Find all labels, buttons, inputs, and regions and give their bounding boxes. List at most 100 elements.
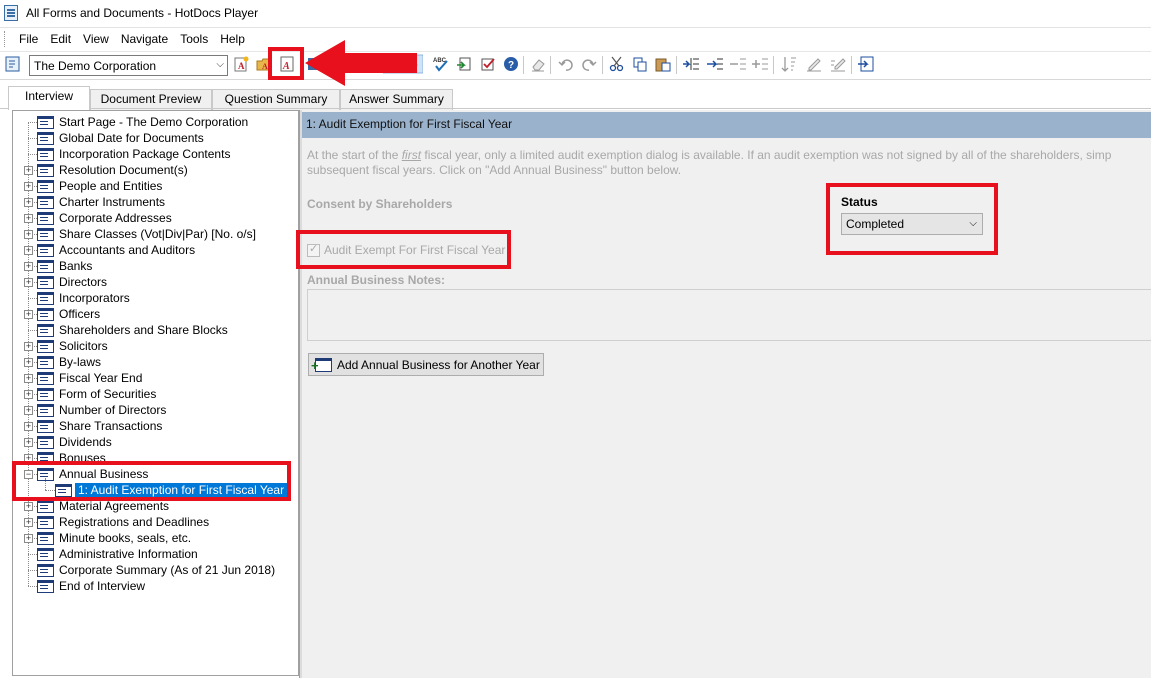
expand-icon[interactable]: +	[24, 278, 33, 287]
cut-icon[interactable]	[609, 56, 625, 72]
expand-icon[interactable]: +	[24, 166, 33, 175]
expand-icon[interactable]: +	[24, 262, 33, 271]
answer-file-new-icon[interactable]: A	[233, 56, 249, 72]
tree-item[interactable]: Fiscal Year End	[37, 370, 142, 386]
tab-interview[interactable]: Interview	[8, 86, 90, 110]
tree-item[interactable]: Dividends	[37, 434, 112, 450]
expand-icon[interactable]: +	[24, 246, 33, 255]
tree-item[interactable]: Administrative Information	[37, 546, 198, 562]
tree-item[interactable]: Minute books, seals, etc.	[37, 530, 191, 546]
erase-icon[interactable]	[530, 56, 546, 72]
help-icon[interactable]: ?	[503, 56, 519, 72]
expand-icon[interactable]: +	[24, 406, 33, 415]
toolbar-separator	[676, 56, 677, 74]
edit-all-icon[interactable]	[830, 56, 846, 72]
tree-item[interactable]: Global Date for Documents	[37, 130, 204, 146]
answer-file-pdf-icon[interactable]: A	[279, 56, 295, 72]
tree-item[interactable]: End of Interview	[37, 578, 145, 594]
tree-item[interactable]: Incorporation Package Contents	[37, 146, 230, 162]
edit-icon[interactable]	[806, 56, 822, 72]
menu-help[interactable]: Help	[214, 29, 251, 49]
expand-icon[interactable]: +	[24, 214, 33, 223]
menu-view[interactable]: View	[77, 29, 115, 49]
tab-document-preview[interactable]: Document Preview	[90, 89, 212, 110]
paste-icon[interactable]	[655, 56, 671, 72]
expand-icon[interactable]: +	[24, 502, 33, 511]
add-annual-business-button[interactable]: Add Annual Business for Another Year	[308, 353, 544, 376]
expand-icon[interactable]: +	[24, 390, 33, 399]
collapse-icon[interactable]: −	[24, 470, 33, 479]
expand-icon[interactable]: +	[24, 518, 33, 527]
tree-item[interactable]: Bonuses	[37, 450, 106, 466]
tree-item[interactable]: Annual Business	[37, 466, 148, 482]
tree-item[interactable]: Share Classes (Vot|Div|Par) [No. o/s]	[37, 226, 256, 242]
expand-icon[interactable]: +	[24, 230, 33, 239]
tree-item[interactable]: Solicitors	[37, 338, 108, 354]
tree-item[interactable]: Shareholders and Share Blocks	[37, 322, 228, 338]
svg-text:?: ?	[508, 60, 514, 71]
expand-icon[interactable]: +	[24, 438, 33, 447]
checkbox-checked-icon[interactable]	[307, 242, 320, 257]
tree-connector	[28, 154, 37, 155]
expand-icon[interactable]: +	[24, 454, 33, 463]
tab-answer-summary[interactable]: Answer Summary	[340, 89, 453, 110]
expand-icon[interactable]: +	[24, 310, 33, 319]
menu-file[interactable]: File	[13, 29, 44, 49]
redo-icon[interactable]	[581, 56, 597, 72]
add-row-icon[interactable]	[707, 56, 723, 72]
tab-question-summary[interactable]: Question Summary	[212, 89, 340, 110]
check-icon[interactable]	[480, 56, 496, 72]
expand-icon[interactable]: +	[24, 374, 33, 383]
move-row-icon[interactable]	[752, 56, 768, 72]
expand-icon[interactable]: +	[24, 358, 33, 367]
tree-item[interactable]: Corporate Summary (As of 21 Jun 2018)	[37, 562, 275, 578]
tree-item[interactable]: People and Entities	[37, 178, 162, 194]
copy-icon[interactable]	[632, 56, 648, 72]
tree-item[interactable]: Directors	[37, 274, 107, 290]
tree-item[interactable]: Banks	[37, 258, 92, 274]
tree-item[interactable]: Share Transactions	[37, 418, 162, 434]
tree-item[interactable]: By-laws	[37, 354, 101, 370]
app-refresh-icon[interactable]	[5, 56, 21, 72]
expand-icon[interactable]: +	[24, 342, 33, 351]
delete-row-icon[interactable]	[730, 56, 746, 72]
tree-item[interactable]: Registrations and Deadlines	[37, 514, 209, 530]
expand-icon[interactable]: +	[24, 534, 33, 543]
menu-navigate[interactable]: Navigate	[115, 29, 174, 49]
menu-tools[interactable]: Tools	[174, 29, 214, 49]
tree-item[interactable]: 1: Audit Exemption for First Fiscal Year	[55, 482, 288, 498]
add-annual-business-label: Add Annual Business for Another Year	[337, 357, 540, 372]
answer-file-open-icon[interactable]: A	[256, 56, 272, 72]
tree-item[interactable]: Corporate Addresses	[37, 210, 172, 226]
undo-icon[interactable]	[558, 56, 574, 72]
tree-item[interactable]: Officers	[37, 306, 100, 322]
toolbar-separator	[602, 56, 603, 74]
dialog-icon	[37, 163, 54, 177]
tree-item-label: By-laws	[59, 355, 102, 369]
dialog-icon	[37, 115, 54, 129]
dialog-icon	[37, 211, 54, 225]
dialog-icon	[37, 371, 54, 385]
dialog-icon	[37, 275, 54, 289]
tree-item[interactable]: Resolution Document(s)	[37, 162, 188, 178]
tree-item[interactable]: Start Page - The Demo Corporation	[37, 114, 248, 130]
answer-file-combo[interactable]: The Demo Corporation ⌵	[29, 55, 228, 76]
notes-field[interactable]	[307, 289, 1151, 341]
expand-icon[interactable]: +	[24, 422, 33, 431]
tree-item[interactable]: Incorporators	[37, 290, 130, 306]
sort-icon[interactable]	[781, 56, 797, 72]
tree-item[interactable]: Number of Directors	[37, 402, 166, 418]
expand-icon[interactable]: +	[24, 182, 33, 191]
assemble-icon[interactable]	[456, 56, 472, 72]
spell-check-icon[interactable]: ABC	[433, 56, 449, 72]
insert-row-icon[interactable]	[683, 56, 699, 72]
menu-edit[interactable]: Edit	[44, 29, 77, 49]
expand-icon[interactable]: +	[24, 198, 33, 207]
tree-item[interactable]: Charter Instruments	[37, 194, 165, 210]
tree-item[interactable]: Material Agreements	[37, 498, 169, 514]
status-select[interactable]: Completed ⌵	[841, 213, 983, 235]
tree-item[interactable]: Accountants and Auditors	[37, 242, 195, 258]
audit-exempt-checkbox[interactable]: Audit Exempt For First Fiscal Year	[307, 242, 505, 258]
tree-item[interactable]: Form of Securities	[37, 386, 156, 402]
exit-icon[interactable]	[858, 56, 874, 72]
